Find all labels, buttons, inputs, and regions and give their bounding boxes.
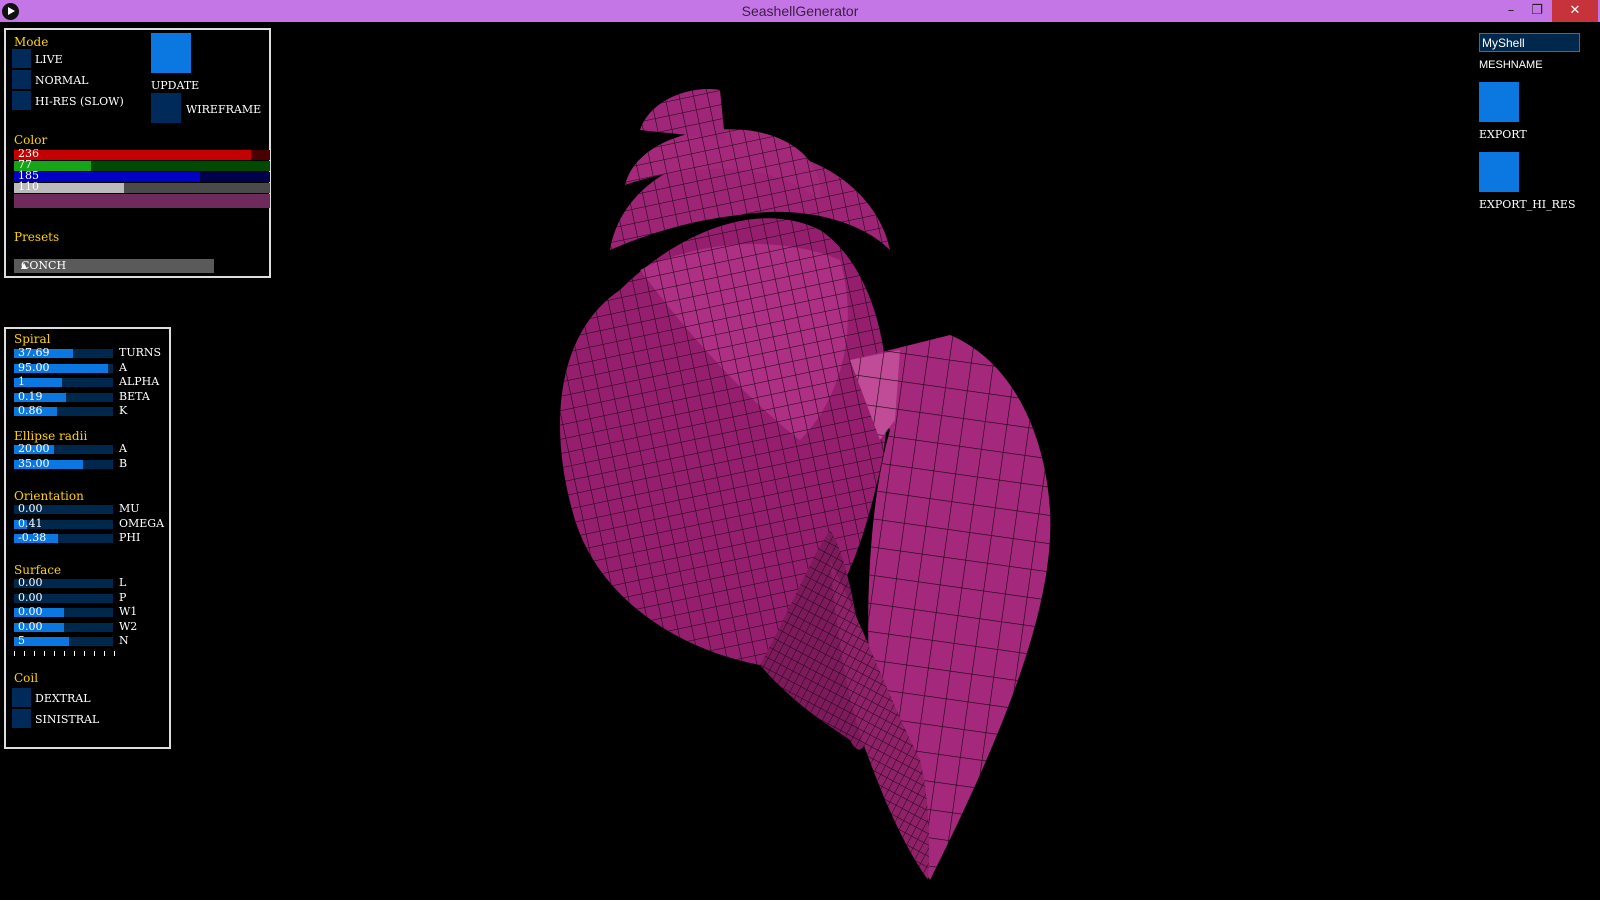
- slider-value: 1: [18, 375, 25, 389]
- live-checkbox[interactable]: [12, 49, 31, 68]
- slider-value: 0.00: [18, 576, 43, 589]
- red-slider[interactable]: 236: [14, 148, 270, 160]
- surface-slider-p[interactable]: 0.00: [14, 590, 113, 604]
- slider-value: 95.00: [18, 360, 50, 374]
- live-label: LIVE: [35, 53, 63, 66]
- meshname-label: MESHNAME: [1479, 59, 1543, 71]
- ellipse-heading: Ellipse radii: [14, 429, 88, 443]
- dextral-label: DEXTRAL: [35, 692, 91, 705]
- title-bar: SeashellGenerator – ❐ ✕: [0, 0, 1600, 22]
- slider-label: MU: [119, 502, 140, 515]
- parameters-panel: Spiral 37.69 TURNS 95.00 A 1 ALPHA 0.19 BETA 0.8…: [4, 327, 171, 749]
- slider-value: 0.00: [18, 605, 43, 619]
- orientation-slider-mu[interactable]: 0.00: [14, 502, 113, 515]
- blue-slider[interactable]: 185: [14, 170, 270, 182]
- color-heading: Color: [14, 133, 48, 147]
- normal-label: NORMAL: [35, 74, 89, 87]
- normal-checkbox[interactable]: [12, 70, 31, 89]
- meshname-input[interactable]: MyShell: [1479, 33, 1580, 52]
- coil-heading: Coil: [14, 671, 39, 685]
- slider-label: P: [119, 590, 127, 604]
- export-hi-res-label: EXPORT_HI_RES: [1479, 198, 1576, 211]
- surface-slider-n[interactable]: 5: [14, 634, 113, 648]
- update-label: UPDATE: [151, 79, 200, 92]
- slider-value: 0.19: [18, 389, 43, 403]
- hi-res-label: HI-RES (SLOW): [35, 95, 124, 108]
- green-slider[interactable]: 77: [14, 159, 270, 171]
- slider-label: L: [119, 576, 127, 589]
- spiral-slider-k[interactable]: 0.86: [14, 404, 113, 418]
- sinistral-checkbox[interactable]: [12, 709, 31, 728]
- sinistral-label: SINISTRAL: [35, 713, 100, 726]
- settings-panel: Mode LIVE NORMAL HI-RES (SLOW) UPDATE WI…: [4, 28, 271, 278]
- surface-slider-w1[interactable]: 0.00: [14, 605, 113, 619]
- slider-value: 0.00: [18, 590, 43, 604]
- slider-label: BETA: [119, 389, 150, 403]
- close-icon[interactable]: ✕: [1552, 0, 1598, 22]
- spiral-slider-alpha[interactable]: 1: [14, 375, 113, 389]
- slider-value: 5: [18, 634, 25, 648]
- color-swatch: [14, 194, 270, 208]
- slider-label: PHI: [119, 531, 141, 545]
- slider-label: A: [119, 442, 127, 455]
- slider-value: 0.00: [18, 502, 43, 515]
- orientation-heading: Orientation: [14, 489, 84, 503]
- update-button[interactable]: [151, 33, 191, 73]
- slider-value: 0.86: [18, 404, 43, 418]
- slider-label: OMEGA: [119, 516, 165, 530]
- red-slider-fill: [14, 150, 251, 160]
- hi-res-checkbox[interactable]: [12, 91, 31, 110]
- wireframe-label: WIREFRAME: [186, 103, 262, 116]
- orientation-slider-phi[interactable]: -0.38: [14, 531, 113, 545]
- wireframe-checkbox[interactable]: [151, 93, 181, 123]
- slider-value: 37.69: [18, 346, 50, 359]
- slider-label: TURNS: [119, 346, 162, 359]
- n-ticks: [14, 651, 115, 656]
- dropdown-arrow-icon: ▲: [21, 261, 28, 270]
- spiral-slider-beta[interactable]: 0.19: [14, 389, 113, 403]
- slider-label: ALPHA: [119, 375, 160, 389]
- restore-icon[interactable]: ❐: [1522, 0, 1552, 22]
- orientation-slider-omega[interactable]: 0.41: [14, 516, 113, 530]
- slider-value: 35.00: [18, 456, 50, 470]
- slider-value: 0.41: [18, 516, 43, 530]
- slider-value: 20.00: [18, 442, 50, 455]
- export-label: EXPORT: [1479, 128, 1527, 141]
- export-hi-res-button[interactable]: [1479, 152, 1519, 192]
- slider-label: N: [119, 634, 129, 648]
- dextral-checkbox[interactable]: [12, 688, 31, 707]
- slider-label: K: [119, 404, 128, 418]
- surface-slider-w2[interactable]: 0.00: [14, 619, 113, 633]
- alpha-slider[interactable]: 110: [14, 180, 270, 193]
- surface-heading: Surface: [14, 563, 62, 577]
- slider-label: W2: [119, 619, 138, 633]
- mode-heading: Mode: [14, 35, 49, 49]
- alpha-value: 110: [18, 180, 39, 193]
- seashell-mesh: [560, 89, 1051, 880]
- slider-value: 0.00: [18, 619, 43, 633]
- ellipse-slider-a[interactable]: 20.00: [14, 442, 113, 455]
- export-button[interactable]: [1479, 82, 1519, 122]
- presets-dropdown[interactable]: CONCH ▲: [14, 259, 214, 273]
- spiral-slider-turns[interactable]: 37.69: [14, 346, 113, 359]
- slider-value: -0.38: [18, 531, 47, 545]
- spiral-slider-a[interactable]: 95.00: [14, 360, 113, 374]
- blue-slider-fill: [14, 172, 200, 182]
- surface-slider-l[interactable]: 0.00: [14, 576, 113, 589]
- slider-label: A: [119, 360, 127, 374]
- window-title: SeashellGenerator: [741, 3, 859, 19]
- presets-heading: Presets: [14, 230, 60, 244]
- slider-label: B: [119, 456, 128, 470]
- ellipse-slider-b[interactable]: 35.00: [14, 456, 113, 470]
- slider-label: W1: [119, 605, 138, 619]
- spiral-heading: Spiral: [14, 332, 51, 346]
